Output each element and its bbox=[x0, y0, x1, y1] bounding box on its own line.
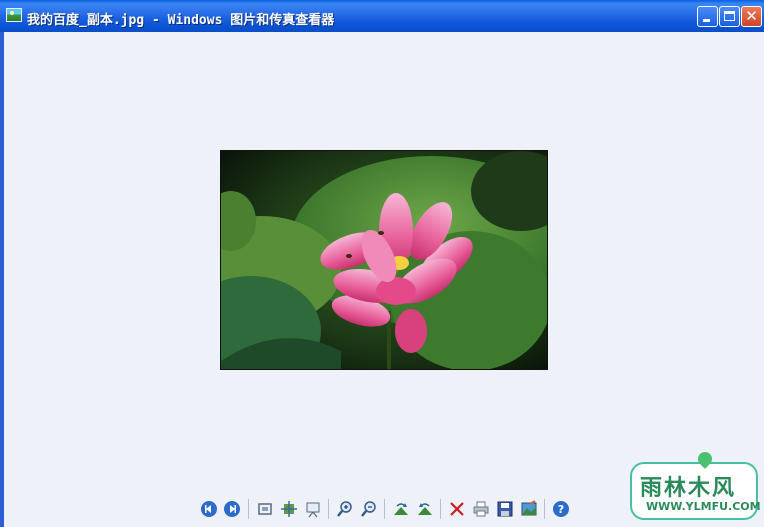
toolbar-separator bbox=[248, 499, 249, 519]
print-icon bbox=[473, 501, 489, 517]
zoom-out-icon bbox=[361, 501, 376, 517]
displayed-image[interactable] bbox=[220, 150, 548, 370]
minimize-button[interactable] bbox=[697, 6, 718, 27]
save-icon bbox=[497, 501, 513, 517]
maximize-button[interactable] bbox=[719, 6, 740, 27]
print-button[interactable] bbox=[472, 500, 490, 518]
picture-viewer-window: 我的百度_副本.jpg - Windows 图片和传真查看器 ✕ ? 雨林木风 … bbox=[0, 0, 764, 527]
svg-text:?: ? bbox=[558, 503, 564, 516]
toolbar-separator bbox=[440, 499, 441, 519]
edit-icon bbox=[521, 500, 537, 516]
picture-viewer-icon bbox=[6, 8, 22, 22]
viewer-toolbar: ? bbox=[196, 497, 578, 521]
minimize-icon bbox=[703, 19, 710, 22]
rotate-counterclockwise-button[interactable] bbox=[416, 500, 434, 518]
rotate-clockwise-icon bbox=[394, 503, 408, 515]
help-button[interactable]: ? bbox=[552, 500, 570, 518]
lotus-photo bbox=[221, 151, 547, 369]
rotate-clockwise-button[interactable] bbox=[392, 500, 410, 518]
slideshow-icon bbox=[306, 502, 320, 518]
help-icon: ? bbox=[553, 501, 569, 517]
delete-button[interactable] bbox=[448, 500, 466, 518]
best-fit-icon bbox=[258, 503, 272, 515]
next-icon bbox=[224, 501, 240, 517]
zoom-in-icon bbox=[337, 501, 352, 517]
toolbar-separator bbox=[328, 499, 329, 519]
previous-image-button[interactable] bbox=[200, 500, 218, 518]
window-title: 我的百度_副本.jpg - Windows 图片和传真查看器 bbox=[27, 13, 335, 28]
delete-icon bbox=[450, 502, 464, 516]
slideshow-button[interactable] bbox=[304, 500, 322, 518]
next-image-button[interactable] bbox=[223, 500, 241, 518]
zoom-out-button[interactable] bbox=[360, 500, 378, 518]
toolbar-separator bbox=[384, 499, 385, 519]
toolbar-separator bbox=[544, 499, 545, 519]
close-icon: ✕ bbox=[745, 7, 758, 25]
open-for-editing-button[interactable] bbox=[520, 500, 538, 518]
save-button[interactable] bbox=[496, 500, 514, 518]
close-button[interactable]: ✕ bbox=[741, 6, 762, 27]
title-bar[interactable]: 我的百度_副本.jpg - Windows 图片和传真查看器 ✕ bbox=[0, 0, 764, 33]
zoom-in-button[interactable] bbox=[336, 500, 354, 518]
maximize-icon bbox=[724, 11, 735, 21]
watermark-text-en: WWW.YLMFU.COM bbox=[646, 500, 761, 513]
watermark-logo: 雨林木风 WWW.YLMFU.COM bbox=[630, 449, 761, 520]
watermark-text-cn: 雨林木风 bbox=[640, 476, 737, 501]
actual-size-button[interactable] bbox=[280, 500, 298, 518]
actual-size-icon bbox=[281, 501, 297, 517]
previous-icon bbox=[201, 501, 217, 517]
rotate-counterclockwise-icon bbox=[418, 503, 432, 515]
best-fit-button[interactable] bbox=[256, 500, 274, 518]
